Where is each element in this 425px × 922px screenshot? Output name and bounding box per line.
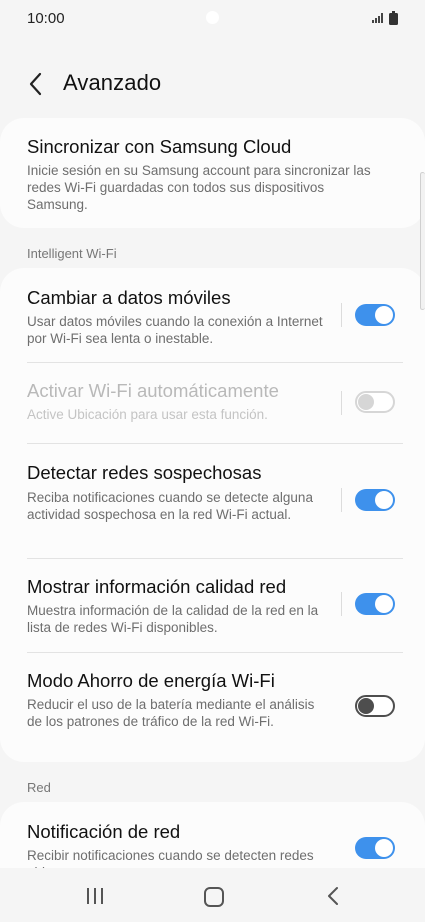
setting-item-auto-wifi[interactable]: Activar Wi-Fi automáticamente Active Ubi… [0,363,425,443]
setting-item-network-notification[interactable]: Notificación de red Recibir notificacion… [0,802,425,868]
scrollbar[interactable] [420,172,425,310]
item-description: Usar datos móviles cuando la conexión a … [27,314,323,346]
toggle-auto-wifi[interactable] [355,391,395,413]
item-description: Active Ubicación para usar esta función. [27,407,268,422]
signal-icon [372,13,383,23]
cloud-card: Sincronizar con Samsung Cloud Inicie ses… [0,118,425,228]
item-title: Activar Wi-Fi automáticamente [27,380,279,401]
item-title: Detectar redes sospechosas [27,462,262,483]
toggle-suspicious-networks[interactable] [355,489,395,511]
toggle-wifi-power-saving[interactable] [355,695,395,717]
separator [341,592,342,616]
cloud-sync-item[interactable]: Sincronizar con Samsung Cloud Inicie ses… [0,118,425,228]
home-icon[interactable] [204,887,224,907]
item-title: Mostrar información calidad red [27,576,287,597]
item-title: Notificación de red [27,821,181,842]
setting-item-network-quality[interactable]: Mostrar información calidad red Muestra … [0,559,425,652]
item-description: Inicie sesión en su Samsung account para… [27,163,371,212]
toggle-network-notification[interactable] [355,837,395,859]
section-label-intelligent-wifi: Intelligent Wi-Fi [27,246,117,261]
separator [341,303,342,327]
recents-icon[interactable] [86,888,104,904]
item-description: Muestra información de la calidad de la … [27,603,319,635]
item-title: Cambiar a datos móviles [27,287,231,308]
separator [341,488,342,512]
setting-item-wifi-power-saving[interactable]: Modo Ahorro de energía Wi-Fi Reducir el … [0,653,425,762]
status-time: 10:00 [27,10,65,27]
navigation-bar [0,868,425,922]
item-title: Modo Ahorro de energía Wi-Fi [27,670,275,691]
item-title: Sincronizar con Samsung Cloud [27,136,292,157]
status-bar: 10:00 [0,0,425,38]
toggle-network-quality[interactable] [355,593,395,615]
setting-item-mobile-data[interactable]: Cambiar a datos móviles Usar datos móvil… [0,268,425,362]
camera-cutout [206,11,219,24]
nav-back-icon[interactable] [326,886,340,906]
chevron-left-icon[interactable] [26,71,46,97]
setting-item-suspicious-networks[interactable]: Detectar redes sospechosas Reciba notifi… [0,444,425,558]
separator [341,391,342,415]
section-label-red: Red [27,780,51,795]
item-description: Reducir el uso de la batería mediante el… [27,697,315,729]
item-description: Reciba notificaciones cuando se detecte … [27,490,313,522]
toggle-mobile-data[interactable] [355,304,395,326]
item-description: Recibir notificaciones cuando se detecte… [27,848,314,868]
battery-icon [389,11,398,25]
intelligent-wifi-card: Cambiar a datos móviles Usar datos móvil… [0,268,425,762]
header: Avanzado [0,62,425,106]
page-title: Avanzado [63,70,162,95]
